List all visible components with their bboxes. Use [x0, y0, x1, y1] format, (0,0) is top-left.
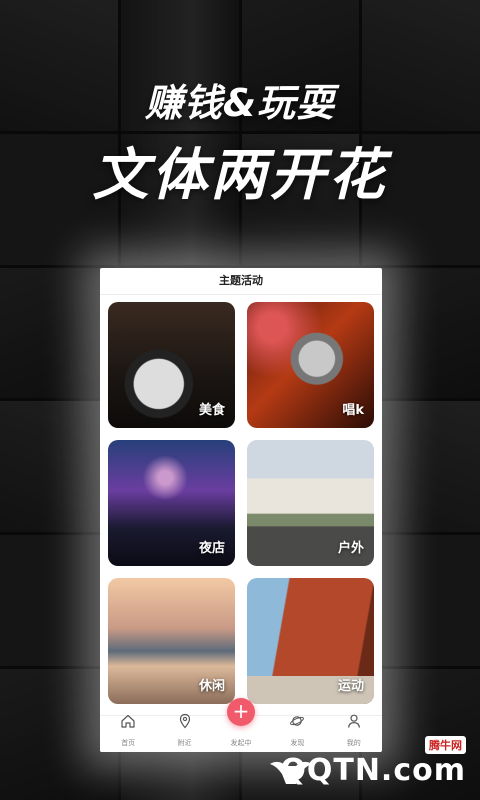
- category-label: 户外: [337, 541, 364, 556]
- promo-subheadline: 文体两开花: [92, 143, 388, 208]
- category-card-outdoor[interactable]: 户外: [247, 440, 374, 566]
- planet-icon: [290, 716, 305, 726]
- tab-home[interactable]: 首页: [100, 713, 156, 752]
- plus-icon[interactable]: +: [226, 698, 255, 726]
- activity-category-grid: 美食 唱k 夜店 户外 休闲 运动: [108, 302, 374, 704]
- tab-label: 附近: [177, 739, 192, 747]
- category-label: 夜店: [198, 541, 225, 556]
- location-pin-icon: [179, 713, 190, 729]
- site-watermark: 腾牛网 QQTN.com: [266, 736, 466, 790]
- category-label: 唱k: [342, 403, 364, 418]
- category-label: 运动: [337, 679, 364, 694]
- category-label: 休闲: [198, 679, 225, 694]
- user-icon: [347, 714, 360, 728]
- category-card-karaoke[interactable]: 唱k: [247, 302, 374, 428]
- screen-title: 主题活动: [100, 268, 382, 295]
- app-screen-mockup: 主题活动 美食 唱k 夜店 户外 休闲 运动 首页 附近 + 发起中 发现 我的: [100, 268, 382, 752]
- category-card-sports[interactable]: 运动: [247, 578, 374, 704]
- category-card-leisure[interactable]: 休闲: [108, 578, 235, 704]
- tab-label: 发起中: [230, 739, 252, 747]
- tab-nearby[interactable]: 附近: [157, 713, 213, 752]
- category-card-nightclub[interactable]: 夜店: [108, 440, 235, 566]
- tab-create[interactable]: + 发起中: [213, 698, 269, 752]
- promo-headline: 赚钱&玩耍: [144, 81, 336, 125]
- category-label: 美食: [198, 403, 225, 418]
- watermark-tag: 腾牛网: [425, 736, 466, 754]
- tab-label: 首页: [121, 739, 136, 747]
- watermark-brand: QQTN.com: [280, 753, 466, 788]
- home-icon: [121, 714, 135, 728]
- category-card-food[interactable]: 美食: [108, 302, 235, 428]
